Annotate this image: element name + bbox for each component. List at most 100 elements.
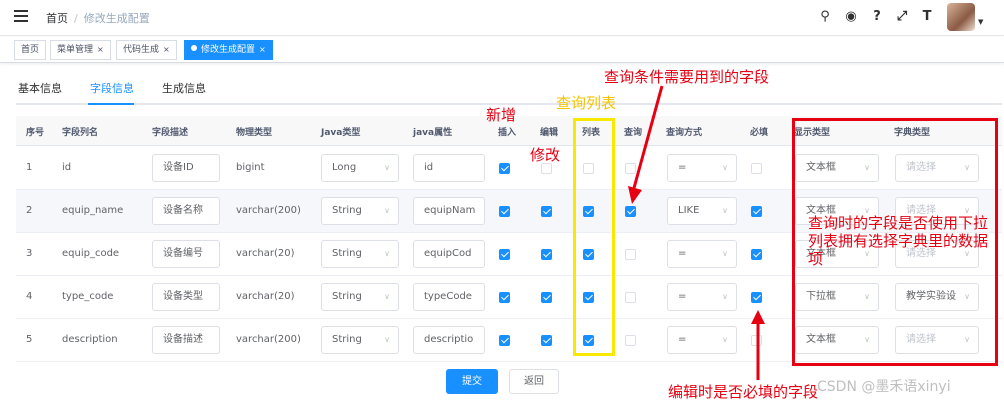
col-phys: 物理类型 [236, 128, 273, 138]
row-no: 3 [26, 248, 33, 259]
row-no: 5 [26, 334, 33, 345]
desc-input[interactable]: 设备名称 [152, 197, 220, 225]
watermark: CSDN @墨禾语xinyi [817, 379, 951, 395]
tab-generate[interactable]: 生成信息 [162, 80, 206, 96]
java-prop-input[interactable]: descriptio [413, 326, 485, 354]
query-mode-select[interactable]: LIKE ∨ [667, 197, 737, 225]
tag-codegen[interactable]: 代码生成 × [116, 40, 177, 60]
query-mode-select[interactable]: = ∨ [667, 154, 737, 182]
java-type-select[interactable]: String ∨ [321, 197, 399, 225]
java-type-select[interactable]: Long ∨ [321, 154, 399, 182]
query-mode-select[interactable]: = ∨ [667, 283, 737, 311]
question-icon[interactable]: ? [868, 8, 886, 26]
insert-checkbox[interactable] [499, 292, 510, 303]
java-prop-input[interactable]: typeCode [413, 283, 485, 311]
query-checkbox[interactable] [625, 249, 636, 260]
github-icon[interactable]: ◉ [842, 8, 860, 26]
java-type-select[interactable]: String ∨ [321, 283, 399, 311]
query-checkbox[interactable] [625, 292, 636, 303]
chevron-down-icon: ∨ [384, 163, 390, 172]
close-icon[interactable]: × [97, 45, 104, 54]
hamburger-icon[interactable] [14, 10, 28, 22]
row-phys: varchar(200) [236, 205, 301, 216]
edit-checkbox[interactable] [541, 249, 552, 260]
avatar[interactable] [947, 3, 975, 31]
chevron-down-icon: ∨ [384, 335, 390, 344]
insert-checkbox[interactable] [499, 206, 510, 217]
search-icon[interactable]: ⚲ [816, 8, 834, 26]
insert-checkbox[interactable] [499, 163, 510, 174]
java-prop-input[interactable]: equipCod [413, 240, 485, 268]
col-qmode: 查询方式 [666, 128, 703, 138]
required-checkbox[interactable] [751, 206, 762, 217]
col-insert: 插入 [498, 128, 517, 138]
annotation-dict-note: 查询时的字段是否使用下拉列表拥有选择字典里的数据项 [808, 214, 989, 268]
col-prop: java属性 [413, 128, 453, 138]
row-no: 4 [26, 291, 33, 302]
tag-menu[interactable]: 菜单管理 × [50, 40, 111, 60]
query-mode-select[interactable]: = ∨ [667, 326, 737, 354]
col-java: Java类型 [321, 128, 361, 138]
query-checkbox[interactable] [625, 335, 636, 346]
close-icon[interactable]: × [163, 45, 170, 54]
tab-basic[interactable]: 基本信息 [18, 80, 62, 96]
close-icon[interactable]: × [259, 45, 266, 54]
tag-home[interactable]: 首页 [14, 40, 47, 60]
desc-input[interactable]: 设备编号 [152, 240, 220, 268]
query-mode-select[interactable]: = ∨ [667, 240, 737, 268]
chevron-down-icon: ∨ [722, 163, 728, 172]
java-type-select[interactable]: String ∨ [321, 326, 399, 354]
tag-edit-gen[interactable]: 修改生成配置 × [184, 40, 273, 60]
row-name: equip_code [62, 248, 120, 259]
chevron-down-icon: ∨ [384, 292, 390, 301]
insert-checkbox[interactable] [499, 249, 510, 260]
navbar: 首页 / 修改生成配置 ⚲ ◉ ? ⤢ T ▼ [0, 0, 1004, 36]
arrow-to-required [751, 310, 765, 380]
desc-input[interactable]: 设备描述 [152, 326, 220, 354]
java-type-select[interactable]: String ∨ [321, 240, 399, 268]
col-no: 序号 [26, 128, 45, 138]
chevron-down-icon: ∨ [722, 335, 728, 344]
back-button[interactable]: 返回 [509, 369, 559, 394]
caret-down-icon[interactable]: ▼ [978, 18, 983, 26]
annotation-list-query: 查询列表 [556, 94, 617, 112]
row-name: equip_name [62, 205, 124, 216]
chevron-down-icon: ∨ [384, 249, 390, 258]
row-phys: varchar(200) [236, 334, 301, 345]
required-checkbox[interactable] [751, 163, 762, 174]
edit-checkbox[interactable] [541, 206, 552, 217]
chevron-down-icon: ∨ [384, 206, 390, 215]
required-checkbox[interactable] [751, 292, 762, 303]
annotation-insert: 新增 [486, 106, 517, 124]
row-name: description [62, 334, 118, 345]
desc-input[interactable]: 设备ID [152, 154, 220, 182]
edit-checkbox[interactable] [541, 292, 552, 303]
col-edit: 编辑 [540, 128, 559, 138]
chevron-down-icon: ∨ [722, 292, 728, 301]
col-desc: 字段描述 [152, 128, 189, 138]
chevron-down-icon: ∨ [722, 249, 728, 258]
breadcrumb-current: 修改生成配置 [83, 12, 150, 25]
insert-checkbox[interactable] [499, 335, 510, 346]
java-prop-input[interactable]: equipNam [413, 197, 485, 225]
chevron-down-icon: ∨ [722, 206, 728, 215]
fullscreen-icon[interactable]: ⤢ [893, 8, 911, 26]
tab-fields[interactable]: 字段信息 [90, 80, 134, 96]
java-prop-input[interactable]: id [413, 154, 485, 182]
font-size-icon[interactable]: T [918, 8, 936, 26]
edit-checkbox[interactable] [541, 335, 552, 346]
desc-input[interactable]: 设备类型 [152, 283, 220, 311]
row-phys: bigint [236, 162, 265, 173]
tab-active-bar [88, 103, 134, 105]
required-checkbox[interactable] [751, 249, 762, 260]
row-name: type_code [62, 291, 114, 302]
submit-button[interactable]: 提交 [446, 369, 498, 394]
list-column-highlight [573, 118, 615, 356]
tags-view: 首页 菜单管理 × 代码生成 × 修改生成配置 × [0, 37, 1004, 63]
row-no: 2 [26, 205, 33, 216]
row-name: id [62, 162, 72, 173]
breadcrumb-home[interactable]: 首页 [46, 12, 68, 25]
row-phys: varchar(20) [236, 248, 295, 259]
breadcrumb: 首页 / 修改生成配置 [46, 12, 150, 25]
col-required: 必填 [750, 128, 769, 138]
